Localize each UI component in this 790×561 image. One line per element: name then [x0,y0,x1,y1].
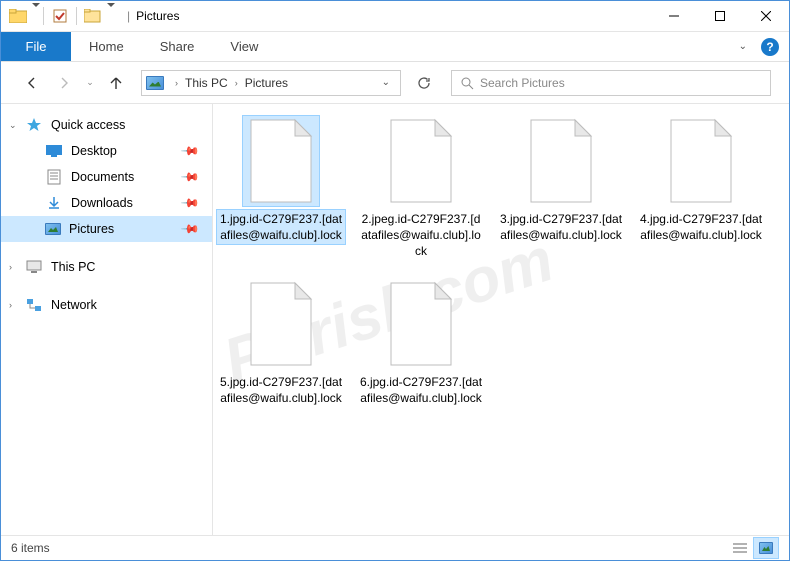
recent-dropdown-icon[interactable]: ⌄ [83,70,97,96]
window-title-text: Pictures [136,9,179,23]
explorer-app-icon[interactable] [6,4,30,28]
chevron-right-icon[interactable]: › [9,300,12,310]
sidebar-item-documents[interactable]: Documents 📌 [1,164,212,190]
tab-home[interactable]: Home [71,32,142,61]
pin-icon: 📌 [180,193,200,213]
search-input[interactable] [480,76,762,90]
tree-label: Downloads [71,196,133,210]
sidebar-item-pictures[interactable]: Pictures 📌 [1,216,212,242]
qat-app-dropdown-icon[interactable] [31,7,40,25]
file-label: 3.jpg.id-C279F237.[datafiles@waifu.club]… [497,210,625,244]
tree-label: Network [51,298,97,312]
title-bar: | Pictures [1,1,789,32]
file-icon [243,116,319,206]
forward-button[interactable] [51,70,77,96]
file-item[interactable]: 6.jpg.id-C279F237.[datafiles@waifu.club]… [357,279,485,407]
chevron-right-icon[interactable]: › [172,78,181,88]
navigation-pane: ⌄ Quick access Desktop 📌 Documents 📌 Dow… [1,104,213,535]
breadcrumb-thispc[interactable]: This PC [181,76,232,90]
address-dropdown-icon[interactable]: ⌄ [376,77,396,88]
downloads-icon [45,195,63,211]
file-icon [523,116,599,206]
chevron-down-icon[interactable]: ⌄ [9,120,17,131]
file-item[interactable]: 3.jpg.id-C279F237.[datafiles@waifu.club]… [497,116,625,261]
computer-icon [25,259,43,275]
tree-label: Quick access [51,118,125,132]
file-icon [383,279,459,369]
star-icon [25,117,43,133]
up-button[interactable] [103,70,129,96]
qat-customize-dropdown-icon[interactable] [106,7,115,25]
address-bar[interactable]: › This PC › Pictures ⌄ [141,70,401,96]
sidebar-item-downloads[interactable]: Downloads 📌 [1,190,212,216]
ribbon-expand-icon[interactable]: ⌄ [739,41,747,52]
pin-icon: 📌 [180,141,200,161]
desktop-icon [45,143,63,159]
maximize-button[interactable] [697,1,743,32]
file-icon [383,116,459,206]
tree-label: Desktop [71,144,117,158]
ribbon-tabs: File Home Share View ⌄ ? [1,32,789,62]
search-icon [460,76,474,90]
tab-view[interactable]: View [212,32,276,61]
file-label: 1.jpg.id-C279F237.[datafiles@waifu.club]… [217,210,345,244]
tree-label: Documents [71,170,134,184]
tree-label: Pictures [69,222,114,236]
qat-separator [76,7,77,25]
tree-label: This PC [51,260,95,274]
file-item[interactable]: 1.jpg.id-C279F237.[datafiles@waifu.club]… [217,116,345,261]
file-icon [243,279,319,369]
file-label: 6.jpg.id-C279F237.[datafiles@waifu.club]… [357,373,485,407]
qat-newfolder-icon[interactable] [81,4,105,28]
chevron-right-icon[interactable]: › [232,78,241,88]
help-icon[interactable]: ? [761,38,779,56]
minimize-button[interactable] [651,1,697,32]
qat-properties-icon[interactable] [48,4,72,28]
view-details-button[interactable] [727,537,753,559]
pin-icon: 📌 [180,167,200,187]
navigation-bar: ⌄ › This PC › Pictures ⌄ [1,62,789,104]
window-title: | Pictures [125,9,179,23]
tab-share[interactable]: Share [142,32,213,61]
file-label: 5.jpg.id-C279F237.[datafiles@waifu.club]… [217,373,345,407]
file-label: 4.jpg.id-C279F237.[datafiles@waifu.club]… [637,210,765,244]
tree-network[interactable]: › Network [1,292,212,318]
status-bar: 6 items [1,535,789,560]
network-icon [25,297,43,313]
chevron-right-icon[interactable]: › [9,262,12,272]
file-tab[interactable]: File [1,32,71,61]
pictures-icon [45,223,61,235]
file-label: 2.jpeg.id-C279F237.[datafiles@waifu.club… [357,210,485,261]
status-count: 6 items [11,541,50,555]
location-icon [146,76,164,90]
breadcrumb-pictures[interactable]: Pictures [241,76,292,90]
window-controls [651,1,789,32]
close-button[interactable] [743,1,789,32]
file-item[interactable]: 5.jpg.id-C279F237.[datafiles@waifu.club]… [217,279,345,407]
documents-icon [45,169,63,185]
quick-access-toolbar [1,4,115,28]
back-button[interactable] [19,70,45,96]
tree-this-pc[interactable]: › This PC [1,254,212,280]
tree-quick-access[interactable]: ⌄ Quick access [1,112,212,138]
sidebar-item-desktop[interactable]: Desktop 📌 [1,138,212,164]
pin-icon: 📌 [180,219,200,239]
file-item[interactable]: 2.jpeg.id-C279F237.[datafiles@waifu.club… [357,116,485,261]
view-large-icons-button[interactable] [753,537,779,559]
search-box[interactable] [451,70,771,96]
file-item[interactable]: 4.jpg.id-C279F237.[datafiles@waifu.club]… [637,116,765,261]
file-icon [663,116,739,206]
qat-separator [43,7,44,25]
file-pane[interactable]: 1.jpg.id-C279F237.[datafiles@waifu.club]… [213,104,789,535]
refresh-button[interactable] [411,70,437,96]
